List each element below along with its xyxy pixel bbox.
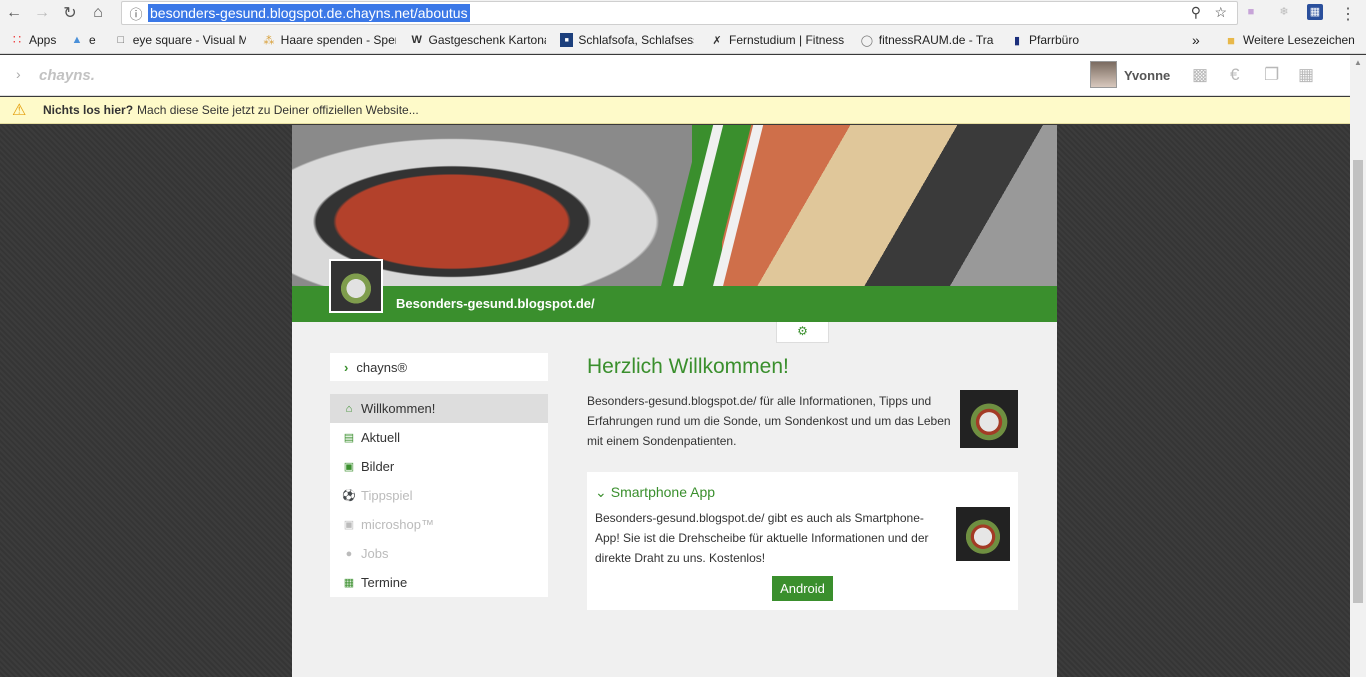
extension-icon[interactable]: ■ [1243, 4, 1259, 20]
folder-icon: ■ [1227, 32, 1235, 48]
bookmark-schlafsofa[interactable]: ■ Schlafsofa, Schlafsess [556, 29, 698, 51]
group-icon: ● [345, 547, 353, 560]
warning-text[interactable]: Mach diese Seite jetzt zu Deiner offizie… [137, 103, 419, 117]
settings-gear-icon[interactable]: ⚙ [776, 322, 829, 343]
forward-arrow-icon[interactable]: → [28, 0, 56, 26]
sidebar-item-jobs[interactable]: ● Jobs [330, 539, 548, 568]
sidebar-item-willkommen[interactable]: ⌂ Willkommen! [330, 394, 548, 423]
address-bar[interactable]: ⓘ besonders-gesund.blogspot.de.chayns.ne… [121, 1, 1238, 25]
bookmark-gastgeschenk[interactable]: W Gastgeschenk Kartona [406, 29, 550, 51]
chevron-right-icon[interactable]: › [16, 66, 21, 82]
other-bookmarks-folder[interactable]: ■ Weitere Lesezeichen [1220, 29, 1359, 51]
bookmark-pfarrbuero[interactable]: ▮ Pfarrbüro [1006, 29, 1083, 51]
fitness-icon: ✗ [712, 34, 722, 47]
app-card: ⌄ Smartphone App Besonders-gesund.blogspo… [587, 472, 1018, 610]
bookmark-star-icon[interactable]: ☆ [1214, 4, 1227, 21]
android-button[interactable]: Android [772, 576, 833, 601]
church-icon: ▮ [1013, 34, 1021, 47]
url-text[interactable]: besonders-gesund.blogspot.de.chayns.net/… [148, 4, 470, 22]
bookmark-apps[interactable]: ∷ Apps [6, 29, 60, 51]
warning-banner[interactable]: ⚠ Nichts los hier? Mach diese Seite jetz… [0, 97, 1350, 124]
scrollbar-thumb[interactable] [1353, 160, 1363, 603]
avatar[interactable] [1090, 61, 1117, 88]
sidebar-item-bilder[interactable]: ▣ Bilder [330, 452, 548, 481]
w-icon: W [411, 34, 422, 46]
page-content: Besonders-gesund.blogspot.de/ ⚙ › chayns… [292, 125, 1057, 677]
app-card-thumbnail[interactable] [956, 507, 1010, 561]
sofa-icon: ■ [560, 33, 574, 47]
snowflake-extension-icon[interactable]: ❄ [1276, 4, 1292, 20]
sidebar-item-microshop[interactable]: ▣ microshop™ [330, 510, 548, 539]
scroll-up-arrow-icon[interactable]: ▲ [1354, 58, 1362, 67]
soccer-ball-icon: ⚽ [342, 490, 356, 502]
sidebar-nav: ⌂ Willkommen! ▤ Aktuell ▣ Bilder ⚽ Tippspiel… [330, 394, 548, 597]
news-icon: ▤ [343, 432, 355, 444]
browser-menu-icon[interactable]: ⋮ [1340, 4, 1356, 24]
app-card-title[interactable]: ⌄ Smartphone App [595, 482, 719, 502]
username[interactable]: Yvonne [1124, 68, 1170, 83]
sidebar-header-label: chayns® [356, 359, 408, 375]
warning-title: Nichts los hier? [43, 103, 134, 117]
image-icon: ▣ [343, 461, 355, 473]
sidebar-item-termine[interactable]: ▦ Termine [330, 568, 548, 597]
bookmark-eye-square[interactable]: □ eye square - Visual M [110, 29, 250, 51]
more-bookmarks-button[interactable]: » [1188, 29, 1204, 51]
page-icon: □ [117, 34, 125, 46]
app-card-text: Besonders-gesund.blogspot.de/ gibt es au… [595, 511, 929, 565]
bookmark-e[interactable]: ▲ e [66, 29, 100, 51]
home-icon[interactable]: ⌂ [84, 0, 112, 26]
back-arrow-icon[interactable]: ← [0, 0, 28, 26]
intro-thumbnail[interactable] [960, 390, 1018, 448]
sidebar-item-tippspiel[interactable]: ⚽ Tippspiel [330, 481, 548, 510]
bookmark-fitnessraum[interactable]: ◯ fitnessRAUM.de - Trai [856, 29, 998, 51]
header-banner [292, 125, 1057, 286]
page-title: Herzlich Willkommen! [587, 355, 789, 378]
chevron-down-icon: ⌄ [595, 484, 607, 500]
bookmarks-bar: ∷ Apps ▲ e □ eye square - Visual M ⁂ Haare s… [0, 26, 1366, 54]
extension-blue-icon[interactable]: ▦ [1307, 4, 1323, 20]
intro-text: Besonders-gesund.blogspot.de/ für alle I… [587, 394, 951, 448]
reload-icon[interactable]: ↻ [56, 0, 84, 26]
scrollbar[interactable]: ▲ [1350, 55, 1366, 677]
bookmark-haare[interactable]: ⁂ Haare spenden - Sper [258, 29, 400, 51]
info-icon[interactable]: ⓘ [126, 4, 146, 23]
cart-icon: ▣ [343, 519, 355, 531]
bookmark-fernstudium[interactable]: ✗ Fernstudium | Fitness [706, 29, 848, 51]
chat-icon[interactable]: ▩ [1192, 65, 1208, 85]
apps-grid-icon: ∷ [12, 32, 22, 47]
chevron-right-icon: › [344, 359, 349, 375]
site-logo[interactable] [329, 259, 383, 313]
calendar-icon: ▦ [343, 577, 355, 589]
documents-icon[interactable]: ❐ [1264, 65, 1279, 85]
hair-icon: ⁂ [263, 34, 275, 47]
home-icon: ⌂ [345, 402, 353, 415]
sidebar-item-aktuell[interactable]: ▤ Aktuell [330, 423, 548, 452]
calendar-icon[interactable]: ▦ [1298, 65, 1314, 85]
chayns-logo[interactable]: chayns. [39, 67, 95, 84]
euro-icon[interactable]: € [1230, 65, 1239, 85]
kitchen-machine-image [722, 125, 1057, 286]
sidebar-header[interactable]: › chayns® [330, 353, 548, 381]
chayns-toolbar: › chayns. Yvonne ▩ € ❐ ▦ [0, 55, 1350, 96]
site-icon: ▲ [71, 34, 83, 46]
zoom-icon[interactable]: ⚲ [1191, 4, 1201, 21]
ring-icon: ◯ [860, 34, 874, 47]
site-name: Besonders-gesund.blogspot.de/ [396, 296, 595, 311]
warning-icon: ⚠ [12, 102, 27, 119]
